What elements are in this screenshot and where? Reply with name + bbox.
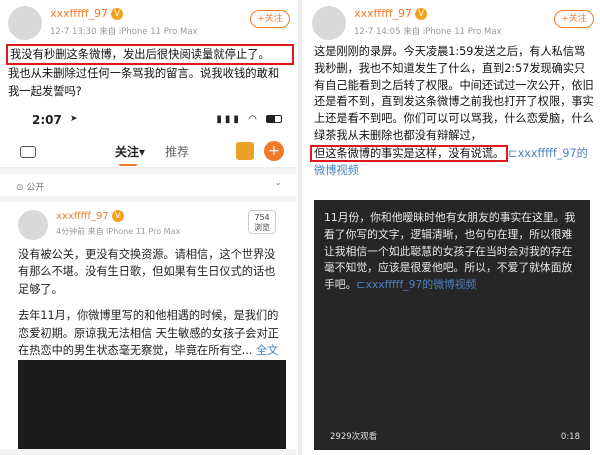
username-container[interactable]: xxxfffff_97 V [354,7,428,20]
post-header: xxxfffff_97 V 12-7 14:05 来自 iPhone 11 Pro… [304,0,600,44]
card-text: 没有被公关，更没有交换资源。请相信，这个世界没有那么不堪。没有生日歌，但如果有生… [18,246,286,368]
chevron-down-icon[interactable]: ⌄ [274,178,282,188]
battery-icon [266,115,282,123]
vip-badge-icon: V [111,8,124,20]
public-label: ⊙ 公开 [16,183,45,193]
card-paragraph-2-text: 去年11月，你微博里写的和他相遇的时候，是我们的恋爱初期。原谅我无法相信 天生敏… [18,309,279,358]
card-paragraph-1: 没有被公关，更没有交换资源。请相信，这个世界没有那么不堪。没有生日歌，但如果有生… [18,248,276,296]
card-meta: 4分钟前 来自 iPhone 11 Pro Max [56,227,181,236]
status-bar: 2:07 ➤ ▮▮▮ ◠ [0,104,296,134]
location-arrow-icon: ➤ [70,114,78,124]
post-text-main: 这是刚刚的录屏。今天凌晨1:59发送之后，有人私信骂我秒删，我也不知道发生了什么… [314,45,594,142]
follow-button[interactable]: +关注 [250,10,290,28]
video-duration: 0:18 [560,432,580,442]
highlighted-text: 但这条微博的事实是这样，没有说谎。 [310,144,509,162]
post-meta: 12-7 13:30 来自 iPhone 11 Pro Max [50,27,198,37]
visibility-row: ⊙ 公开 ⌄ [0,174,296,196]
red-packet-icon[interactable] [236,142,254,160]
compose-button[interactable]: + [264,141,284,161]
video-player[interactable] [18,360,286,449]
video-caption-link-text[interactable]: xxxfffff_97的微博视频 [365,278,476,291]
view-count-number: 754 [254,213,270,222]
panel-divider [298,0,302,455]
video-caption-link[interactable]: ⊏xxxfffff_97的微博视频 [356,278,476,291]
follow-button[interactable]: +关注 [554,10,594,28]
view-count-badge: 754 浏览 [248,210,276,234]
avatar[interactable] [8,6,42,40]
left-screenshot: xxxfffff_97 V 12-7 13:30 来自 iPhone 11 Pro… [0,0,296,455]
camera-icon[interactable] [20,146,36,158]
avatar[interactable] [18,210,48,240]
post-meta: 12-7 14:05 来自 iPhone 11 Pro Max [354,27,502,37]
post-header: xxxfffff_97 V 12-7 13:30 来自 iPhone 11 Pro… [0,0,296,44]
view-count-label: 浏览 [254,223,270,232]
post-card: xxxfffff_97 V 4分钟前 来自 iPhone 11 Pro Max 7… [0,202,296,449]
tab-recommend[interactable]: 推荐 [165,143,189,160]
video-link-icon: ⊏ [508,146,518,160]
embedded-phone-screenshot: 2:07 ➤ ▮▮▮ ◠ 关注▾ 推荐 + ⊙ 公开 ⌄ xxxfffff_97… [0,104,296,455]
view-count: 2929次观看 [330,432,378,442]
status-time: 2:07 [32,113,62,127]
vip-badge-icon: V [111,210,124,222]
video-player[interactable]: 11月份，你和他暧昧时他有女朋友的事实在这里。我看了你写的文字，逻辑清晰，也句句… [314,200,590,450]
status-icons: ▮▮▮ ◠ [216,114,282,125]
username[interactable]: xxxfffff_97 [354,7,412,20]
card-username[interactable]: xxxfffff_97 [56,211,109,222]
card-paragraph-2: 去年11月，你微博里写的和他相遇的时候，是我们的恋爱初期。原谅我无法相信 天生敏… [18,307,286,359]
video-overlay-text: 11月份，你和他暧昧时他有女朋友的事实在这里。我看了你写的文字，逻辑清晰，也句句… [324,210,582,294]
post-text: 这是刚刚的录屏。今天凌晨1:59发送之后，有人私信骂我秒删，我也不知道发生了什么… [304,44,600,179]
vip-badge-icon: V [415,8,428,20]
avatar[interactable] [312,6,346,40]
post-text: 我也从未删除过任何一条骂我的留言。说我收钱的敢和我一起发誓吗? [8,67,280,98]
read-more-link[interactable]: 全文 [256,344,278,357]
wifi-icon: ◠ [248,114,260,125]
right-screenshot: xxxfffff_97 V 12-7 14:05 来自 iPhone 11 Pro… [304,0,600,455]
tab-following[interactable]: 关注▾ [115,143,145,166]
username-container[interactable]: xxxfffff_97 V [50,7,124,20]
highlighted-text: 我没有秒删这条微博，发出后很快阅读量就停止了。 [6,44,294,65]
username-container[interactable]: xxxfffff_97 V [56,210,124,222]
top-nav: 关注▾ 推荐 + [0,134,296,168]
username[interactable]: xxxfffff_97 [50,7,108,20]
signal-icon: ▮▮▮ [216,114,242,125]
